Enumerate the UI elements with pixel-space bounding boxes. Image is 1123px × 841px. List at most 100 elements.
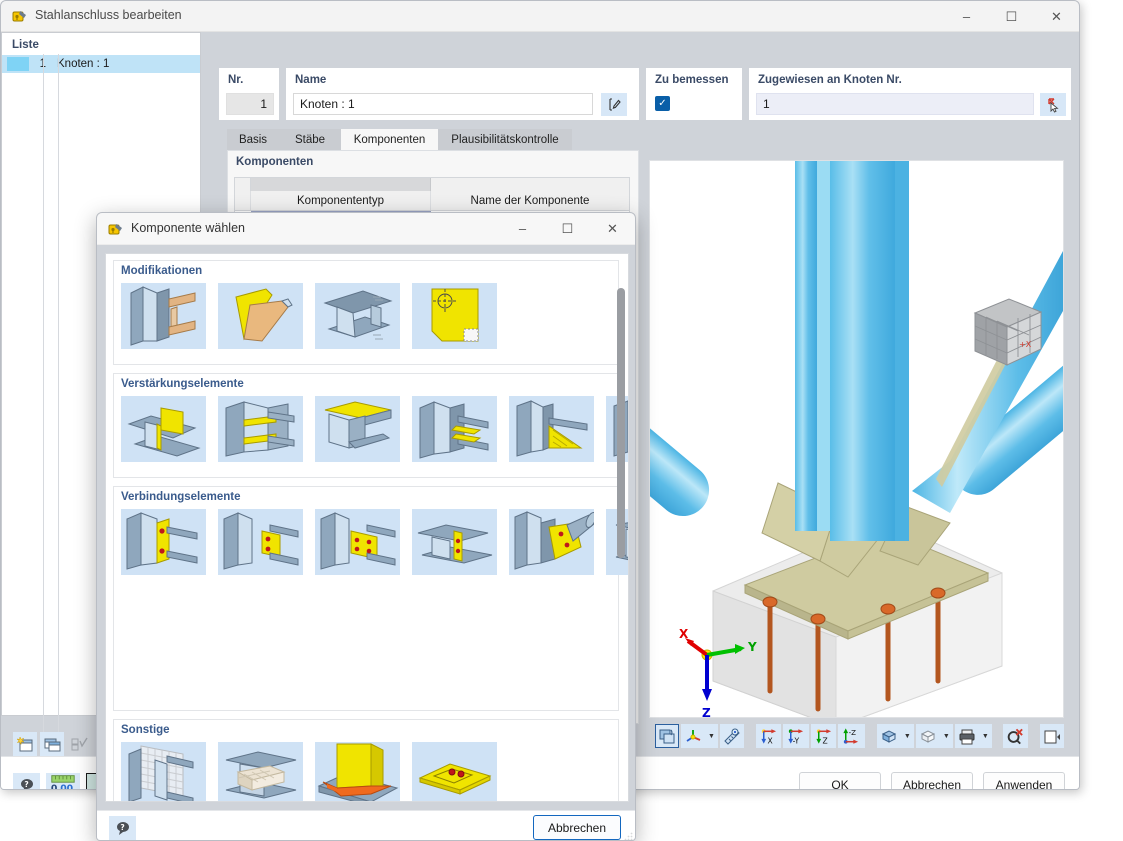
component-select-dialog: Komponente wählen – ☐ ✕ Modifikationen V… xyxy=(96,212,636,841)
tile-bolt-grid[interactable] xyxy=(412,742,497,801)
chevron-down-icon[interactable]: ▼ xyxy=(705,733,718,740)
tile-horizontal-stiffeners[interactable] xyxy=(412,396,497,462)
zugewiesen-panel: Zugewiesen an Knoten Nr. 1 xyxy=(749,68,1071,120)
view-x-icon[interactable]: X xyxy=(755,724,781,748)
tab-plausibilitaetskontrolle[interactable]: Plausibilitätskontrolle xyxy=(438,129,572,150)
help-icon[interactable]: ? xyxy=(109,816,136,840)
tab-komponenten[interactable]: Komponenten xyxy=(341,129,438,150)
ok-button[interactable]: OK xyxy=(799,772,881,789)
svg-text:?: ? xyxy=(24,780,28,789)
rename-icon[interactable] xyxy=(601,93,627,116)
units-0-00-icon[interactable]: 0, 00 xyxy=(46,773,80,790)
minimize-button[interactable]: – xyxy=(944,1,989,32)
section-verbindungselemente: Verbindungselemente xyxy=(113,486,628,711)
tile-web-cleat[interactable] xyxy=(412,509,497,575)
list-item[interactable]: 1 Knoten : 1 xyxy=(2,55,200,73)
tile-web-stiffener[interactable] xyxy=(121,396,206,462)
tile-end-plate[interactable] xyxy=(121,509,206,575)
zugewiesen-label: Zugewiesen an Knoten Nr. xyxy=(758,74,902,86)
tile-concrete-block[interactable] xyxy=(218,742,303,801)
tile-fin-plate[interactable] xyxy=(218,509,303,575)
zu-bemessen-checkbox[interactable]: ✓ xyxy=(655,96,670,111)
column-header-type[interactable]: Komponententyp xyxy=(251,191,431,210)
name-input[interactable]: Knoten : 1 xyxy=(293,93,593,115)
name-field-panel: Name Knoten : 1 xyxy=(286,68,639,120)
tile-member-opening[interactable] xyxy=(315,283,400,349)
zu-bemessen-panel: Zu bemessen ✓ xyxy=(646,68,742,120)
steel-connection-icon xyxy=(107,221,124,238)
panel-toggle-icon[interactable] xyxy=(1040,724,1065,748)
dialog-maximize-button[interactable]: ☐ xyxy=(545,213,590,244)
list-item-label: Knoten : 1 xyxy=(57,58,110,70)
chevron-down-icon[interactable]: ▼ xyxy=(979,733,992,740)
column-header-name[interactable]: Name der Komponente xyxy=(431,191,629,210)
dialog-body: Modifikationen Verstärkungselemente Verb… xyxy=(97,245,635,810)
main-window-title: Stahlanschluss bearbeiten xyxy=(35,8,182,22)
viewport-3d[interactable]: +X X Y Z xyxy=(649,160,1064,718)
pick-node-icon[interactable] xyxy=(1040,93,1066,116)
render-mode-icon[interactable] xyxy=(655,724,679,748)
svg-text:-Z: -Z xyxy=(849,728,857,737)
tab-basis[interactable]: Basis xyxy=(227,129,279,150)
svg-text:Z: Z xyxy=(823,736,828,744)
tile-gusset-plate[interactable] xyxy=(509,509,594,575)
tile-plate-cutout[interactable] xyxy=(412,283,497,349)
svg-text:X: X xyxy=(767,736,772,744)
chevron-down-icon[interactable]: ▼ xyxy=(940,733,953,740)
close-button[interactable]: ✕ xyxy=(1034,1,1079,32)
tab-staebe[interactable]: Stäbe xyxy=(279,129,341,150)
tile-splice-plates[interactable] xyxy=(315,509,400,575)
svg-text:?: ? xyxy=(120,823,124,832)
clear-selection-icon[interactable] xyxy=(1003,724,1029,748)
gallery-scrollbar[interactable] xyxy=(617,288,625,558)
dialog-title: Komponente wählen xyxy=(131,221,245,235)
apply-button[interactable]: Anwenden xyxy=(983,772,1065,789)
box-view-icon[interactable] xyxy=(916,724,940,748)
svg-text:00: 00 xyxy=(60,784,73,790)
tile-flange-stiffener[interactable] xyxy=(218,396,303,462)
component-gallery: Modifikationen Verstärkungselemente Verb… xyxy=(105,253,629,802)
cancel-button[interactable]: Abbrechen xyxy=(891,772,973,789)
dialog-window-controls: – ☐ ✕ xyxy=(500,213,635,244)
dialog-minimize-button[interactable]: – xyxy=(500,213,545,244)
new-window-icon[interactable] xyxy=(13,732,37,756)
axis-system-button[interactable]: ▼ xyxy=(681,724,718,748)
tile-haunch-icon[interactable] xyxy=(509,396,594,462)
section-tiles xyxy=(121,396,628,462)
tile-weld-seam[interactable] xyxy=(315,742,400,801)
measure-icon[interactable] xyxy=(720,724,744,748)
dialog-close-button[interactable]: ✕ xyxy=(590,213,635,244)
main-window-controls: – ☐ ✕ xyxy=(944,1,1079,32)
printer-icon[interactable] xyxy=(955,724,979,748)
liste-header: Liste xyxy=(12,39,39,51)
section-title: Verbindungselemente xyxy=(121,491,241,503)
tile-cap-plate[interactable] xyxy=(315,396,400,462)
copy-window-icon[interactable] xyxy=(40,732,64,756)
chevron-down-icon[interactable]: ▼ xyxy=(901,733,914,740)
view-y-icon[interactable]: -Y xyxy=(782,724,810,748)
dialog-cancel-button[interactable]: Abbrechen xyxy=(533,815,621,840)
liste-column-separator-1 xyxy=(43,54,44,789)
axis-label-z: Z xyxy=(702,706,711,717)
axis-icon[interactable] xyxy=(681,724,705,748)
nr-input[interactable]: 1 xyxy=(226,93,274,115)
view-iso-icon[interactable]: -Z xyxy=(838,724,866,748)
dialog-resize-grip[interactable] xyxy=(624,830,633,840)
section-title: Sonstige xyxy=(121,724,170,736)
view-z-icon[interactable]: Z xyxy=(811,724,837,748)
section-tiles xyxy=(121,283,497,349)
tile-wall-mesh[interactable] xyxy=(121,742,206,801)
display-style-button[interactable]: ▼ xyxy=(876,724,914,748)
tile-plate-chamfer[interactable] xyxy=(218,283,303,349)
maximize-button[interactable]: ☐ xyxy=(989,1,1034,32)
zugewiesen-input[interactable]: 1 xyxy=(756,93,1034,115)
display-style-icon[interactable] xyxy=(877,724,901,748)
axis-label-y: Y xyxy=(747,640,757,654)
steel-connection-icon xyxy=(11,8,28,25)
box-view-button[interactable]: ▼ xyxy=(915,724,953,748)
section-verstaerkungselemente: Verstärkungselemente xyxy=(113,373,628,478)
help-icon[interactable]: ? xyxy=(13,773,40,789)
tile-cut-member[interactable] xyxy=(121,283,206,349)
nav-cube-label: +X xyxy=(1019,340,1032,349)
print-button[interactable]: ▼ xyxy=(954,724,992,748)
